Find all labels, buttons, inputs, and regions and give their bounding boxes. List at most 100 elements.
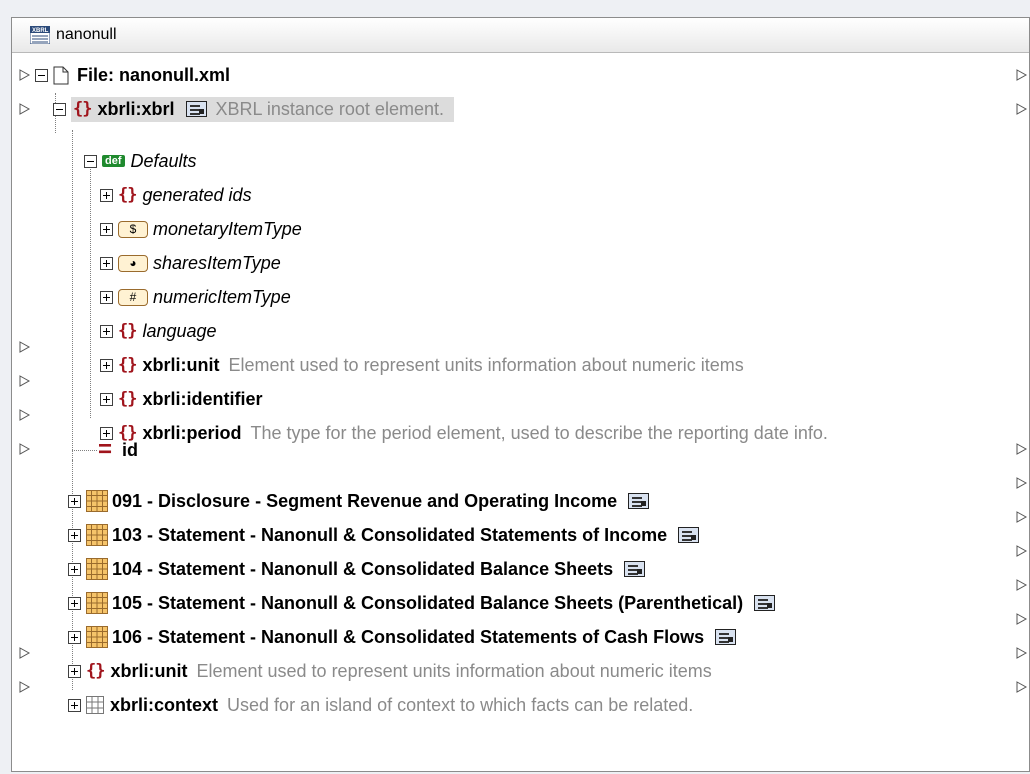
defaults-label: Defaults [130,150,197,171]
element-description: Element used to represent units informat… [228,354,744,375]
input-connector-icon[interactable] [19,103,31,115]
output-connector-icon[interactable] [1016,477,1028,489]
expand-toggle[interactable] [68,494,81,508]
expand-toggle[interactable] [68,562,81,576]
element-label: generated ids [142,184,252,205]
tree-row-id-attribute[interactable]: = id [98,433,138,467]
type-label: monetaryItemType [153,218,302,239]
tree-row-numeric-item-type[interactable]: # numericItemType [100,280,291,314]
input-connector-icon[interactable] [19,409,31,421]
tree-row-table-104[interactable]: 104 - Statement - Nanonull & Consolidate… [68,552,646,586]
table-label: 104 - Statement - Nanonull & Consolidate… [112,558,614,579]
output-connector-icon[interactable] [1016,681,1028,693]
tree-row-xbrli-identifier[interactable]: {} xbrli:identifier [100,382,263,416]
tree-row-monetary-item-type[interactable]: $ monetaryItemType [100,212,302,246]
input-connector-icon[interactable] [19,375,31,387]
element-icon: {} [118,355,138,375]
collapse-toggle[interactable] [53,102,66,116]
table-label: 105 - Statement - Nanonull & Consolidate… [112,592,744,613]
output-connector-icon[interactable] [1016,103,1028,115]
element-description: The type for the period element, used to… [250,422,828,443]
tree-row-table-091[interactable]: 091 - Disclosure - Segment Revenue and O… [68,484,650,518]
element-label: language [142,320,217,341]
expand-toggle[interactable] [68,664,81,678]
input-connector-icon[interactable] [19,681,31,693]
selected-node-highlight: {} xbrli:xbrl XBRL instance root element… [71,96,454,122]
tree-guide-line [72,450,97,451]
collapse-toggle[interactable] [84,154,97,168]
expand-toggle[interactable] [68,596,81,610]
expand-toggle[interactable] [100,188,113,202]
element-label: xbrli:unit [142,354,220,375]
expand-toggle[interactable] [100,392,113,406]
input-connector-icon[interactable] [19,69,31,81]
shares-type-icon: ◕ [118,254,148,272]
expand-toggle[interactable] [68,698,81,712]
output-connector-icon[interactable] [1016,545,1028,557]
output-connector-icon[interactable] [1016,511,1028,523]
def-icon: def [102,155,125,167]
tree-row-xbrli-context[interactable]: xbrli:context Used for an island of cont… [68,688,693,722]
tree-row-shares-item-type[interactable]: ◕ sharesItemType [100,246,281,280]
tree-row-defaults[interactable]: def Defaults [84,144,197,178]
tree-row-table-106[interactable]: 106 - Statement - Nanonull & Consolidate… [68,620,737,654]
element-description: Used for an island of context to which f… [227,694,694,715]
attribute-label: id [122,439,139,460]
table-icon [86,626,108,648]
tree-row-xbrli-unit-defaults[interactable]: {} xbrli:unit Element used to represent … [100,348,744,382]
element-icon: {} [118,321,138,341]
type-label: numericItemType [153,286,291,307]
tree-row-generated-ids[interactable]: {} generated ids [100,178,252,212]
tree-row-xbrli-xbrl[interactable]: {} xbrli:xbrl XBRL instance root element… [53,92,454,126]
output-connector-icon[interactable] [1016,443,1028,455]
element-icon: {} [86,661,106,681]
output-connector-icon[interactable] [1016,579,1028,591]
table-icon [86,490,108,512]
tree-row-xbrli-unit[interactable]: {} xbrli:unit Element used to represent … [68,654,712,688]
annotation-icon[interactable] [715,629,737,645]
expand-toggle[interactable] [100,290,113,304]
tree-row-xbrli-period[interactable]: {} xbrli:period The type for the period … [100,416,828,450]
type-label: sharesItemType [153,252,281,273]
expand-toggle[interactable] [68,528,81,542]
input-connector-icon[interactable] [19,443,31,455]
output-connector-icon[interactable] [1016,647,1028,659]
expand-toggle[interactable] [68,630,81,644]
tree-row-file[interactable]: File: nanonull.xml [35,58,230,92]
tree-row-table-103[interactable]: 103 - Statement - Nanonull & Consolidate… [68,518,700,552]
xbrl-component-window: XBRL nanonull File: nanonull.xml {} xbrl… [11,17,1030,772]
expand-toggle[interactable] [100,324,113,338]
expand-toggle[interactable] [100,358,113,372]
tree-guide-line [72,130,73,460]
numeric-type-icon: # [118,288,148,306]
component-title-bar[interactable]: XBRL nanonull [12,18,1029,53]
annotation-icon[interactable] [678,527,700,543]
svg-text:XBRL: XBRL [32,28,49,34]
expand-toggle[interactable] [100,222,113,236]
collapse-toggle[interactable] [35,68,48,82]
table-label: 103 - Statement - Nanonull & Consolidate… [112,524,668,545]
table-label: 091 - Disclosure - Segment Revenue and O… [112,490,618,511]
expand-toggle[interactable] [100,256,113,270]
annotation-icon[interactable] [624,561,646,577]
input-connector-icon[interactable] [19,647,31,659]
input-connector-icon[interactable] [19,341,31,353]
file-icon [53,66,69,84]
annotation-icon[interactable] [628,493,650,509]
tree-row-language[interactable]: {} language [100,314,217,348]
component-title: nanonull [56,26,117,43]
tree-row-table-105[interactable]: 105 - Statement - Nanonull & Consolidate… [68,586,776,620]
annotation-icon[interactable] [754,595,776,611]
element-icon: {} [73,99,93,119]
element-icon: {} [118,389,138,409]
monetary-type-icon: $ [118,220,148,238]
context-icon [86,696,104,714]
element-label: xbrli:unit [110,660,188,681]
annotation-icon[interactable] [185,101,207,117]
attribute-icon: = [98,436,113,463]
output-connector-icon[interactable] [1016,69,1028,81]
output-connector-icon[interactable] [1016,613,1028,625]
xbrl-component-icon: XBRL [30,26,50,44]
element-description: XBRL instance root element. [215,98,444,119]
table-icon [86,524,108,546]
